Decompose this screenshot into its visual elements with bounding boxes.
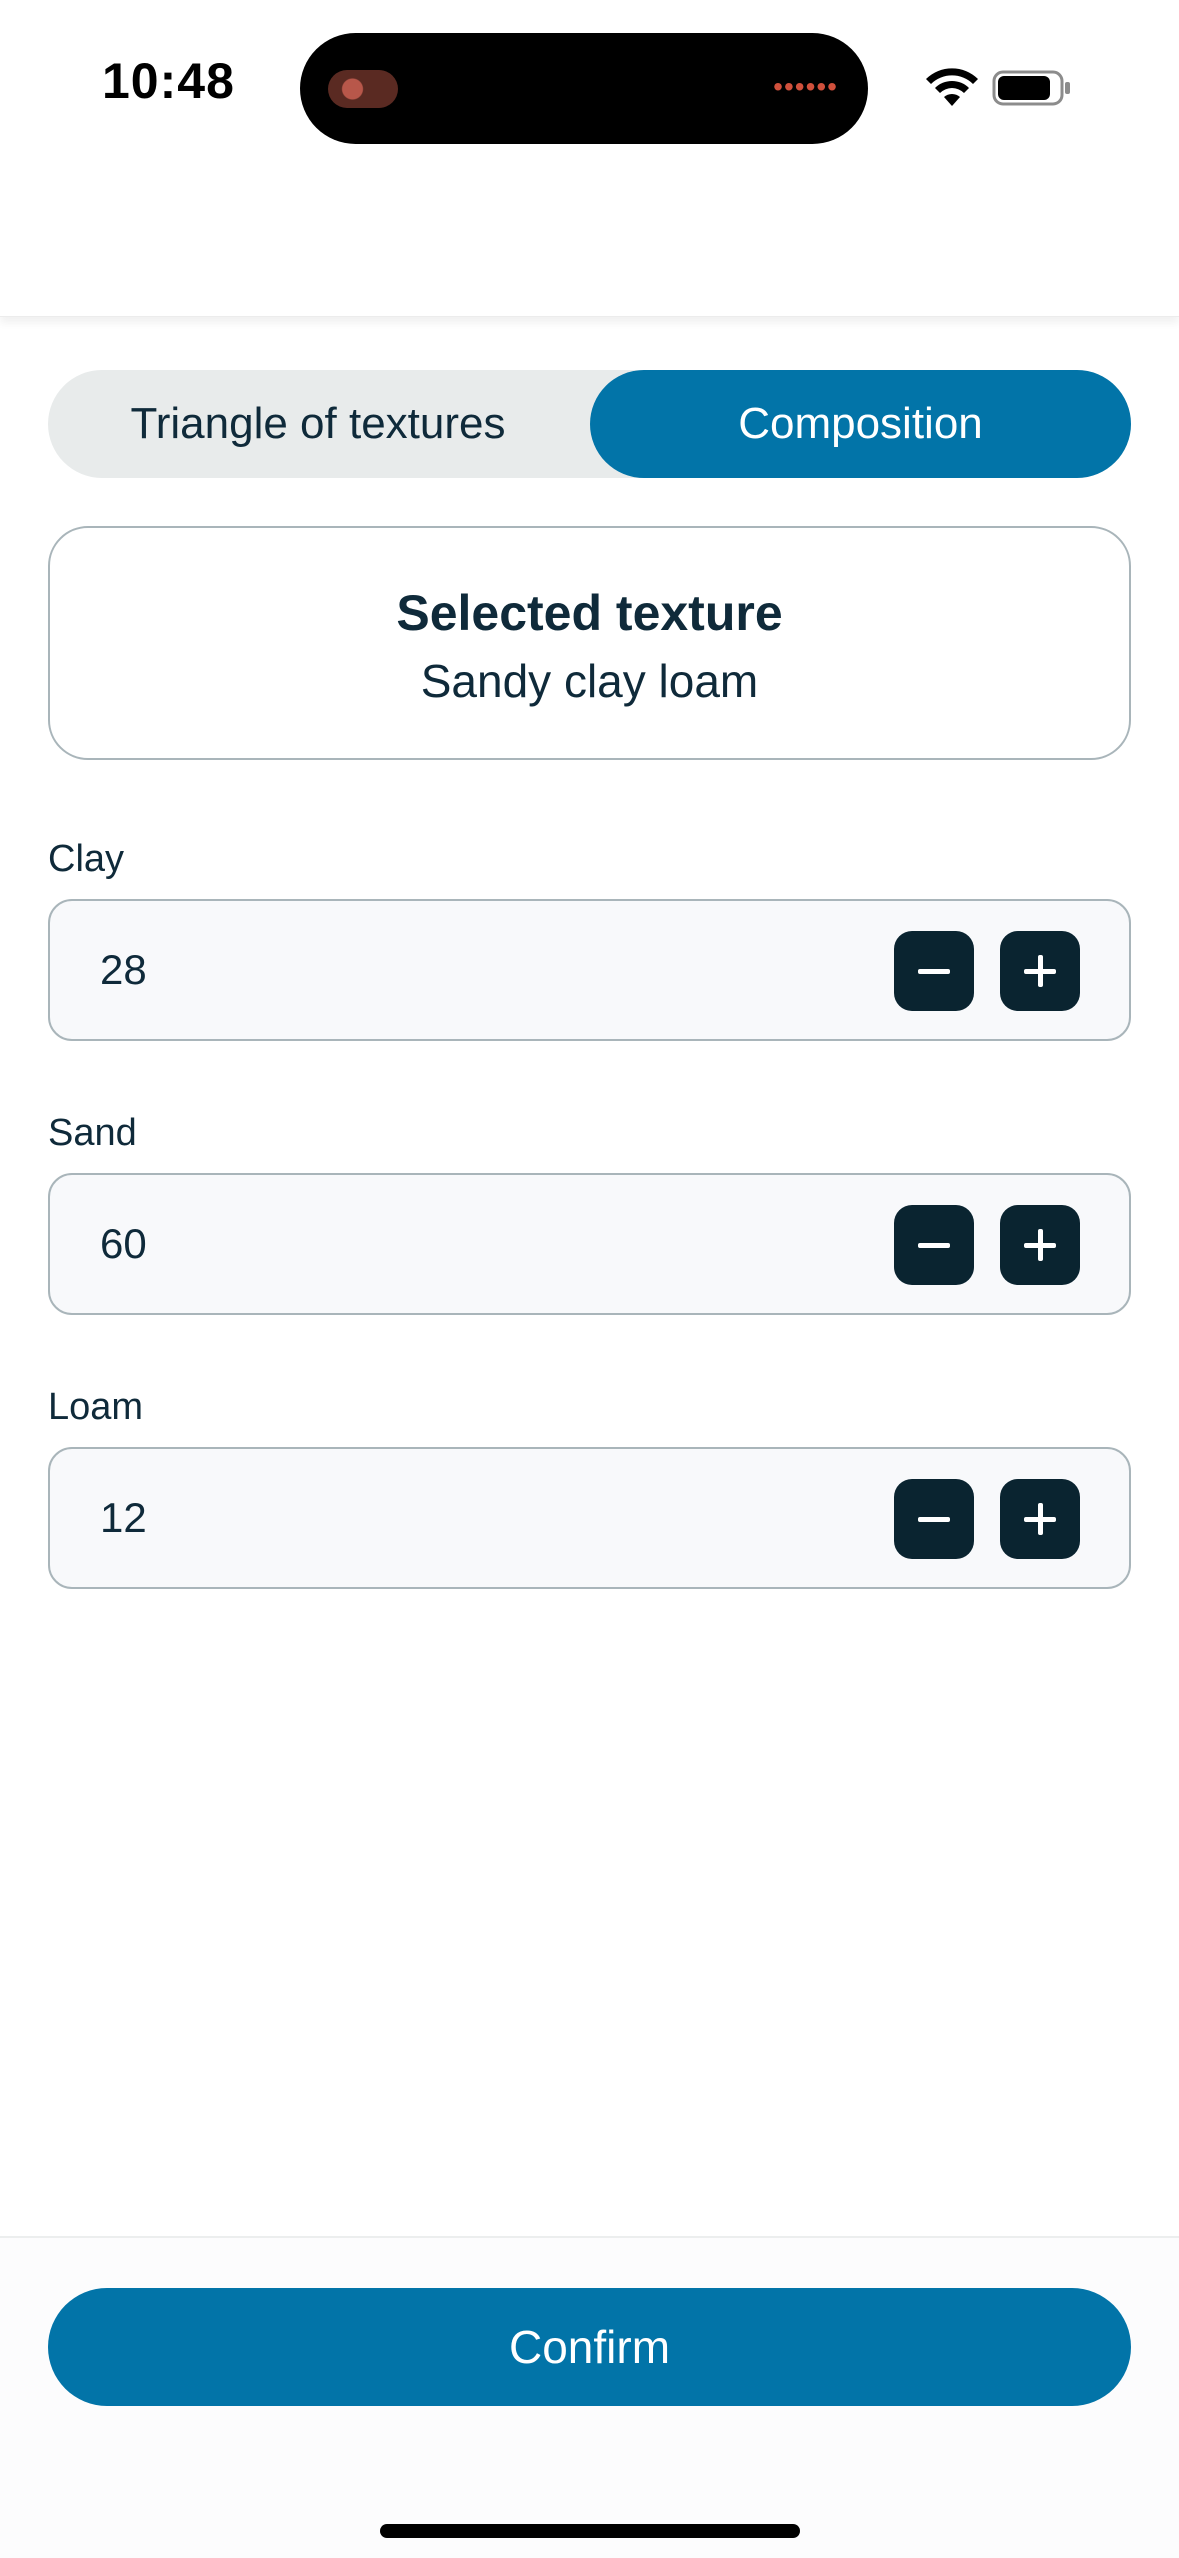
sand-decrement-button[interactable] xyxy=(894,1205,974,1285)
sand-input[interactable] xyxy=(100,1175,400,1313)
clay-increment-button[interactable] xyxy=(1000,931,1080,1011)
audio-waveform-icon: •••••• xyxy=(773,71,838,102)
clay-input[interactable] xyxy=(100,901,400,1039)
loam-decrement-button[interactable] xyxy=(894,1479,974,1559)
loam-stepper xyxy=(48,1447,1131,1589)
dynamic-island: •••••• xyxy=(300,33,868,144)
clay-stepper xyxy=(48,899,1131,1041)
confirm-button[interactable]: Confirm xyxy=(48,2288,1131,2406)
loam-input[interactable] xyxy=(100,1449,400,1587)
selected-texture-card: Selected texture Sandy clay loam xyxy=(48,526,1131,760)
footer: Confirm xyxy=(0,2236,1179,2558)
tab-composition[interactable]: Composition xyxy=(590,370,1131,478)
status-bar: 10:48 •••••• xyxy=(0,0,1179,176)
minus-icon xyxy=(918,1243,950,1248)
minus-icon xyxy=(918,969,950,974)
view-segmented-control: Triangle of textures Composition xyxy=(48,370,1131,478)
status-time: 10:48 xyxy=(102,53,235,109)
loam-label: Loam xyxy=(48,1386,144,1428)
selected-texture-value: Sandy clay loam xyxy=(420,655,759,707)
media-thumbnail xyxy=(328,70,398,108)
tab-triangle-of-textures[interactable]: Triangle of textures xyxy=(48,370,588,478)
battery-icon xyxy=(992,70,1070,106)
wifi-icon xyxy=(926,68,978,106)
clay-label: Clay xyxy=(48,838,125,880)
clay-decrement-button[interactable] xyxy=(894,931,974,1011)
minus-icon xyxy=(918,1517,950,1522)
sand-stepper xyxy=(48,1173,1131,1315)
selected-texture-title: Selected texture xyxy=(396,585,783,641)
header-bar xyxy=(0,176,1179,317)
home-indicator[interactable] xyxy=(380,2524,800,2538)
sand-increment-button[interactable] xyxy=(1000,1205,1080,1285)
loam-increment-button[interactable] xyxy=(1000,1479,1080,1559)
sand-label: Sand xyxy=(48,1112,137,1154)
